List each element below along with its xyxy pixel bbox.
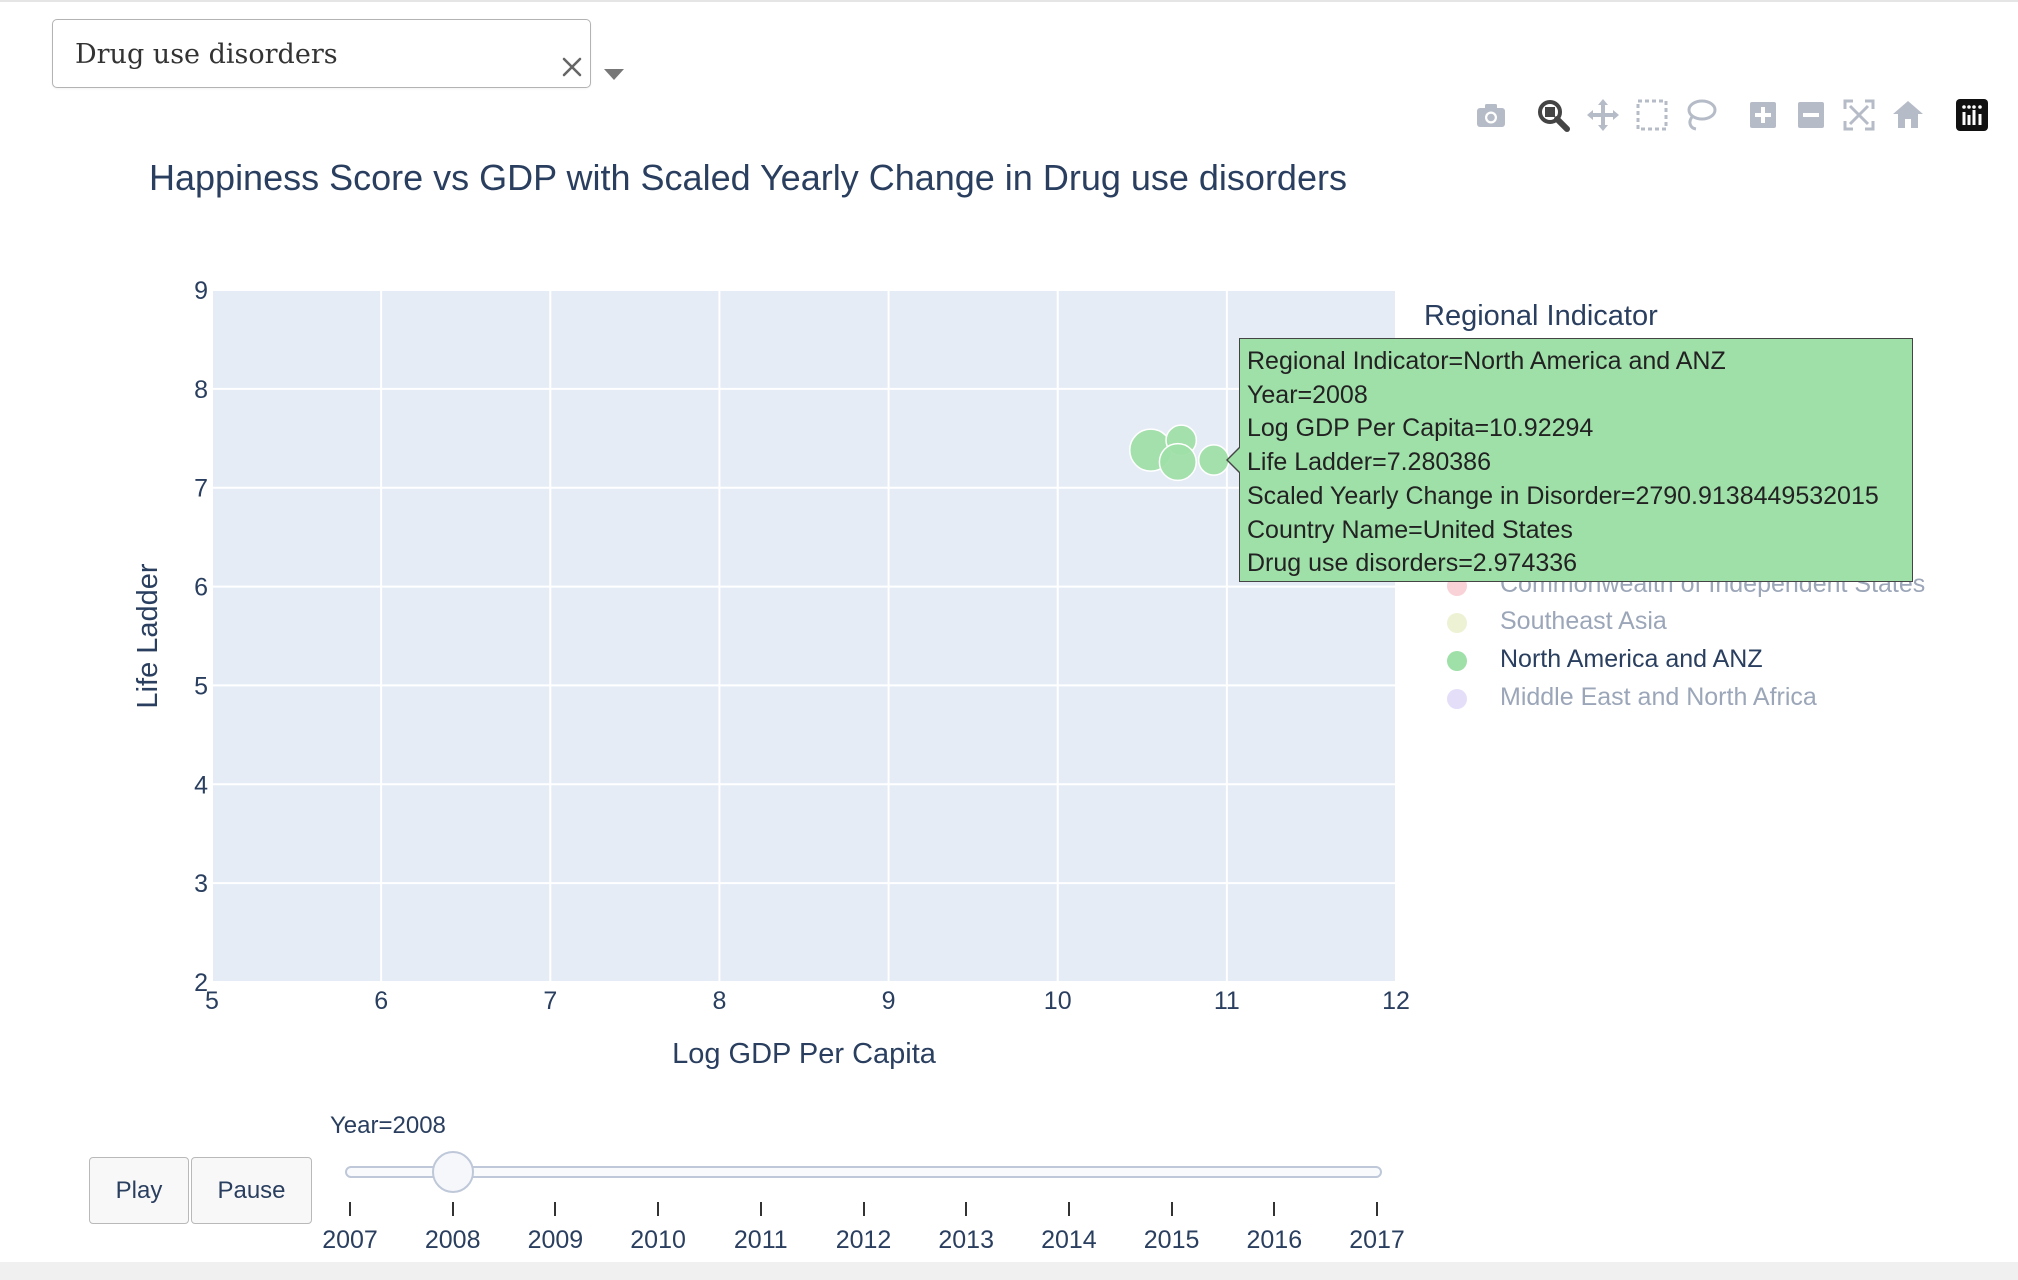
play-button[interactable]: Play — [89, 1157, 189, 1224]
slider-tick — [657, 1202, 660, 1216]
slider-tick — [862, 1202, 865, 1216]
x-tick-label: 8 — [712, 987, 726, 1015]
slider-tick-label[interactable]: 2007 — [300, 1226, 400, 1255]
slider-tick — [349, 1202, 351, 1216]
data-point — [1158, 442, 1197, 482]
pause-button[interactable]: Pause — [191, 1157, 312, 1224]
y-axis-title: Life Ladder — [132, 563, 164, 708]
slider-tick-label[interactable]: 2017 — [1327, 1226, 1427, 1255]
y-tick-label: 5 — [194, 672, 208, 700]
tooltip-line: Regional Indicator=North America and ANZ — [1247, 347, 1726, 375]
slider-tick-label[interactable]: 2012 — [814, 1226, 914, 1255]
slider-tick — [1170, 1202, 1173, 1216]
slider-tick-label[interactable]: 2008 — [403, 1226, 503, 1255]
x-tick-label: 12 — [1382, 987, 1410, 1015]
data-point — [1197, 444, 1230, 476]
tooltip-line: Drug use disorders=2.974336 — [1247, 549, 1578, 578]
x-tick-label: 10 — [1044, 987, 1072, 1015]
legend-label: North America and ANZ — [1500, 645, 1763, 673]
x-tick-label: 6 — [374, 987, 388, 1015]
slider-tick — [1273, 1202, 1276, 1216]
legend-marker — [1447, 613, 1467, 633]
y-tick-label: 9 — [194, 277, 208, 305]
y-tick-label: 8 — [194, 376, 208, 404]
x-tick-label: 11 — [1214, 987, 1240, 1015]
tooltip-pointer-fill — [1228, 448, 1240, 472]
slider-tick — [759, 1202, 762, 1216]
hover-tooltip: Regional Indicator=North America and ANZ… — [1239, 338, 1913, 582]
legend-title: Regional Indicator — [1424, 300, 1658, 332]
year-slider-rail[interactable] — [345, 1166, 1382, 1178]
slider-tick — [554, 1202, 557, 1216]
y-tick-label: 2 — [194, 969, 208, 997]
legend-label: Southeast Asia — [1500, 607, 1667, 635]
slider-tick-label[interactable]: 2015 — [1122, 1226, 1222, 1255]
slider-tick-label[interactable]: 2014 — [1019, 1226, 1119, 1255]
tooltip-line: Life Ladder=7.280386 — [1247, 448, 1491, 477]
y-tick-label: 7 — [194, 475, 208, 503]
legend-label: Middle East and North Africa — [1500, 683, 1817, 711]
tooltip-line: Log GDP Per Capita=10.92294 — [1247, 414, 1594, 443]
x-axis-ticks: 5 6 7 8 9 10 11 12 — [205, 987, 1410, 1015]
tooltip-line: Year=2008 — [1247, 380, 1368, 409]
slider-tick-label[interactable]: 2011 — [711, 1226, 811, 1255]
tooltip-line: Country Name=United States — [1247, 515, 1573, 544]
slider-tick — [1376, 1202, 1378, 1216]
y-tick-label: 6 — [194, 574, 208, 602]
slider-tick-label[interactable]: 2016 — [1224, 1226, 1324, 1255]
tooltip-line: Scaled Yearly Change in Disorder=2790.91… — [1247, 481, 1879, 510]
x-tick-label: 7 — [543, 987, 557, 1015]
x-axis-title: Log GDP Per Capita — [672, 1038, 937, 1070]
y-tick-label: 4 — [194, 771, 208, 799]
plot-area — [212, 290, 1396, 982]
slider-tick — [965, 1202, 968, 1216]
legend-marker — [1447, 651, 1467, 671]
slider-current-label: Year=2008 — [330, 1112, 446, 1139]
bottom-strip — [0, 1262, 2018, 1280]
year-slider-handle[interactable] — [431, 1151, 474, 1193]
slider-tick — [451, 1202, 454, 1216]
y-tick-label: 3 — [194, 870, 208, 898]
slider-tick — [1067, 1202, 1070, 1216]
slider-tick-label[interactable]: 2009 — [505, 1226, 605, 1255]
slider-tick-label[interactable]: 2010 — [608, 1226, 708, 1255]
legend-marker — [1447, 689, 1467, 709]
y-axis-ticks: 2 3 4 5 6 7 8 9 — [194, 277, 208, 997]
x-tick-label: 9 — [882, 987, 896, 1015]
slider-tick-label[interactable]: 2013 — [916, 1226, 1016, 1255]
